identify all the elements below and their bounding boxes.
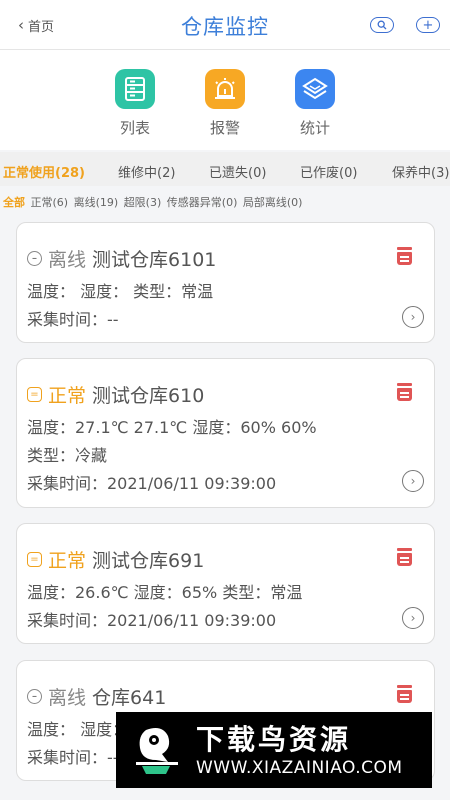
warehouse-card[interactable]: = 正常 测试仓库691 温度：26.6℃ 湿度：65% 类型：常温 采集时间：… [16, 523, 435, 644]
offline-icon: – [27, 251, 42, 266]
plus-icon: + [422, 17, 434, 33]
detail-arrow-icon[interactable]: › [402, 306, 424, 328]
quick-action-label: 报警 [209, 119, 240, 137]
quick-action-label: 统计 [299, 119, 330, 137]
warehouse-name: 测试仓库610 [92, 385, 205, 407]
filter-normal[interactable]: 正常(6) [31, 196, 69, 209]
watermark-title: 下载鸟资源 [196, 723, 352, 756]
card-line: 采集时间：-- [27, 310, 119, 329]
add-button[interactable]: + [416, 17, 440, 33]
status-label: 离线 [48, 249, 87, 271]
quick-action-alarm[interactable]: 报警 [195, 69, 255, 138]
card-title: – 离线 仓库641 [27, 683, 166, 710]
card-title: = 正常 测试仓库610 [27, 381, 204, 408]
filter-partial-offline[interactable]: 局部离线(0) [243, 196, 303, 209]
warehouse-card[interactable]: = 正常 测试仓库610 温度：27.1℃ 27.1℃ 湿度：60% 60% 类… [16, 358, 435, 508]
delete-icon[interactable] [397, 548, 412, 566]
detail-arrow-icon[interactable]: › [402, 607, 424, 629]
quick-action-list[interactable]: 列表 [105, 69, 165, 138]
online-icon: = [27, 387, 42, 402]
card-line: 采集时间：2021/06/11 09:39:00 [27, 611, 277, 630]
card-line: 采集时间：2021/06/11 09:39:00 [27, 474, 277, 493]
delete-icon[interactable] [397, 383, 412, 401]
list-icon [115, 69, 155, 109]
offline-icon: – [27, 689, 42, 704]
filter-offline[interactable]: 离线(19) [74, 196, 119, 209]
search-icon [377, 20, 387, 30]
filter-over-limit[interactable]: 超限(3) [124, 196, 162, 209]
filter-sensor-error[interactable]: 传感器异常(0) [167, 196, 238, 209]
top-bar: ‹ 首页 仓库监控 + [0, 0, 450, 50]
quick-action-stats[interactable]: 统计 [285, 69, 345, 138]
card-line: 温度：27.1℃ 27.1℃ 湿度：60% 60% [27, 418, 317, 437]
quick-actions: 列表 报警 统计 [0, 50, 450, 150]
tab-repair[interactable]: 维修中(2) [118, 162, 175, 181]
stats-icon [295, 69, 335, 109]
delete-icon[interactable] [397, 247, 412, 265]
tab-maintain[interactable]: 保养中(3) [392, 162, 449, 181]
card-title: – 离线 测试仓库6101 [27, 245, 216, 272]
card-line: 采集时间：-- [27, 748, 119, 767]
watermark-url: WWW.XIAZAINIAO.COM [196, 758, 403, 778]
warehouse-name: 测试仓库691 [92, 550, 205, 572]
card-line: 温度：26.6℃ 湿度：65% 类型：常温 [27, 583, 303, 602]
filter-bar: 全部 正常(6) 离线(19) 超限(3) 传感器异常(0) 局部离线(0) [3, 194, 304, 210]
status-label: 离线 [48, 687, 87, 709]
tab-normal[interactable]: 正常使用(28) [3, 162, 85, 181]
status-label: 正常 [48, 385, 87, 407]
quick-action-label: 列表 [119, 119, 150, 137]
tab-void[interactable]: 已作废(0) [300, 162, 357, 181]
card-line: 温度： 湿度： [27, 720, 129, 739]
card-title: = 正常 测试仓库691 [27, 546, 204, 573]
warehouse-name: 仓库641 [92, 687, 167, 709]
status-label: 正常 [48, 550, 87, 572]
filter-all[interactable]: 全部 [3, 196, 25, 209]
bird-logo-icon [126, 719, 188, 781]
card-line: 温度： 湿度： 类型：常温 [27, 282, 214, 301]
alarm-icon [205, 69, 245, 109]
delete-icon[interactable] [397, 685, 412, 703]
online-icon: = [27, 552, 42, 567]
status-tabs: 正常使用(28) 维修中(2) 已遗失(0) 已作废(0) 保养中(3) [0, 152, 450, 186]
watermark-banner: 下载鸟资源 WWW.XIAZAINIAO.COM [116, 712, 432, 788]
card-line: 类型：冷藏 [27, 446, 108, 465]
warehouse-name: 测试仓库6101 [92, 249, 217, 271]
detail-arrow-icon[interactable]: › [402, 470, 424, 492]
warehouse-card[interactable]: – 离线 测试仓库6101 温度： 湿度： 类型：常温 采集时间：-- › [16, 222, 435, 343]
search-button[interactable] [370, 17, 394, 33]
tab-lost[interactable]: 已遗失(0) [209, 162, 266, 181]
